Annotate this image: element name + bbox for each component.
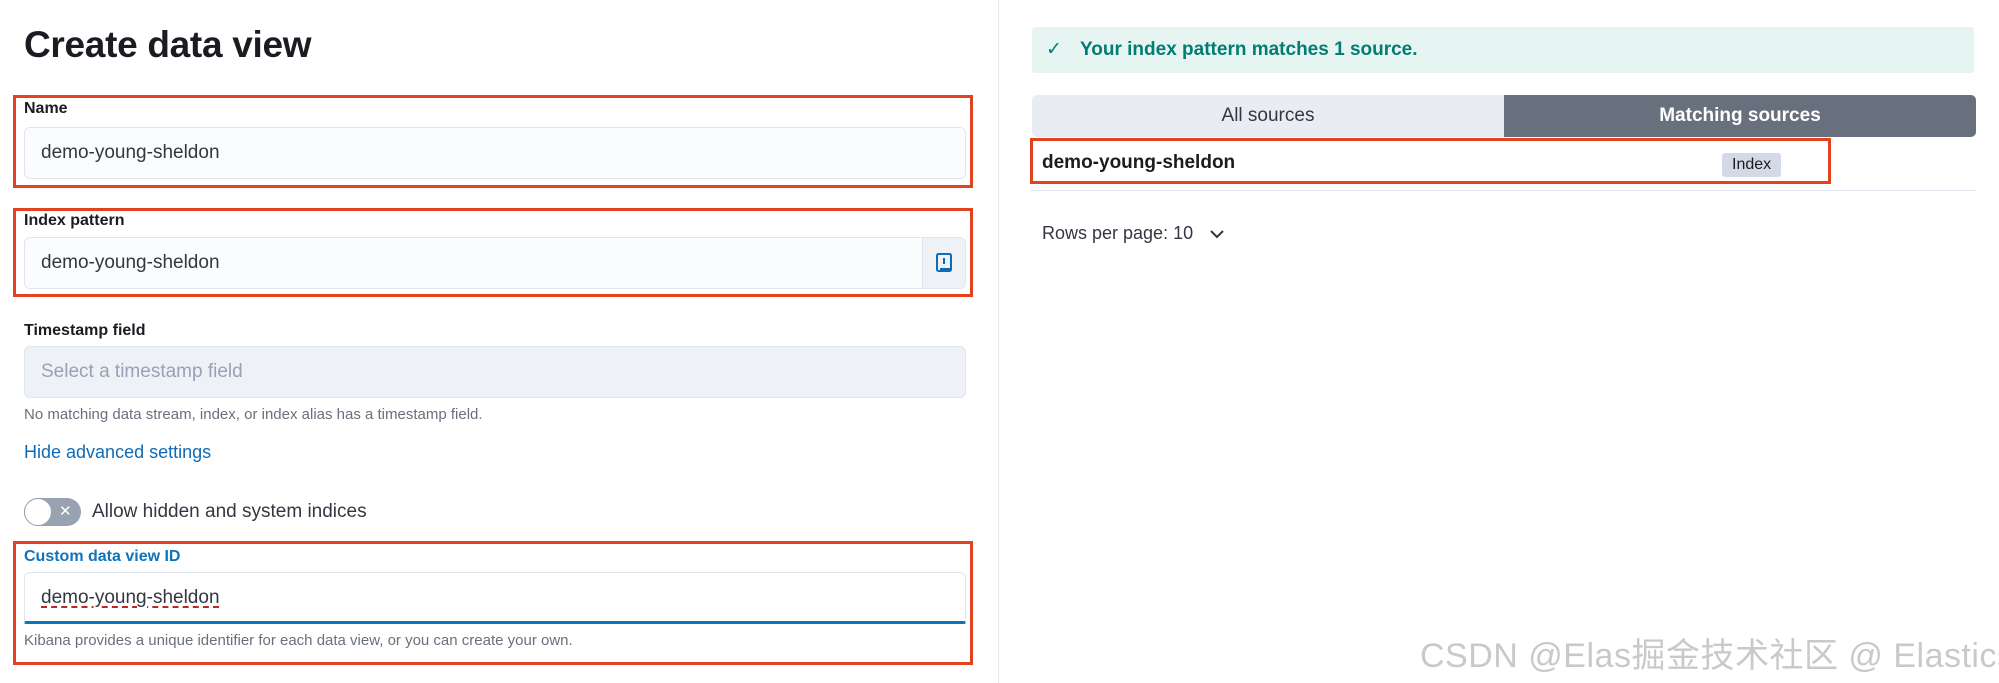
index-pattern-label: Index pattern bbox=[24, 212, 125, 229]
name-label: Name bbox=[24, 100, 68, 117]
timestamp-help-text: No matching data stream, index, or index… bbox=[24, 406, 483, 423]
book-icon bbox=[936, 253, 952, 272]
allow-hidden-toggle[interactable]: ✕ bbox=[24, 498, 81, 526]
allow-hidden-label: Allow hidden and system indices bbox=[92, 501, 367, 522]
sources-panel: ✓ Your index pattern matches 1 source. A… bbox=[1000, 0, 1999, 683]
custom-id-input[interactable]: demo-young-sheldon bbox=[24, 572, 966, 624]
toggle-off-icon: ✕ bbox=[59, 503, 72, 520]
custom-id-help-text: Kibana provides a unique identifier for … bbox=[24, 632, 573, 649]
toggle-knob bbox=[24, 498, 52, 526]
table-row-divider bbox=[1030, 190, 1976, 191]
name-input[interactable]: demo-young-sheldon bbox=[24, 127, 966, 179]
watermark: CSDN @Elas掘金技术社区 @ Elasticsearch bbox=[1420, 637, 1999, 675]
chevron-down-icon bbox=[1210, 230, 1224, 239]
timestamp-select[interactable]: Select a timestamp field bbox=[24, 346, 966, 398]
timestamp-label: Timestamp field bbox=[24, 322, 146, 339]
tab-all-sources[interactable]: All sources bbox=[1032, 95, 1504, 137]
sources-tabs: All sources Matching sources bbox=[1032, 95, 1976, 137]
create-data-view-form: Create data view Name demo-young-sheldon… bbox=[0, 0, 998, 683]
match-callout: ✓ Your index pattern matches 1 source. bbox=[1032, 27, 1974, 73]
panel-divider bbox=[998, 0, 999, 683]
source-name: demo-young-sheldon bbox=[1042, 152, 1236, 173]
index-pattern-value: demo-young-sheldon bbox=[41, 252, 220, 273]
index-pattern-help-button[interactable] bbox=[922, 238, 965, 288]
custom-id-value: demo-young-sheldon bbox=[41, 587, 220, 608]
rows-per-page-button[interactable]: Rows per page: 10 bbox=[1042, 223, 1224, 244]
source-type-badge: Index bbox=[1722, 153, 1782, 177]
page-title: Create data view bbox=[24, 24, 312, 65]
tab-matching-sources[interactable]: Matching sources bbox=[1504, 95, 1976, 137]
check-icon: ✓ bbox=[1046, 39, 1062, 60]
custom-id-label: Custom data view ID bbox=[24, 548, 181, 565]
match-callout-text: Your index pattern matches 1 source. bbox=[1080, 39, 1418, 60]
rows-per-page-label: Rows per page: 10 bbox=[1042, 223, 1194, 243]
index-pattern-input[interactable]: demo-young-sheldon bbox=[24, 237, 966, 289]
hide-advanced-settings-link[interactable]: Hide advanced settings bbox=[24, 442, 211, 463]
